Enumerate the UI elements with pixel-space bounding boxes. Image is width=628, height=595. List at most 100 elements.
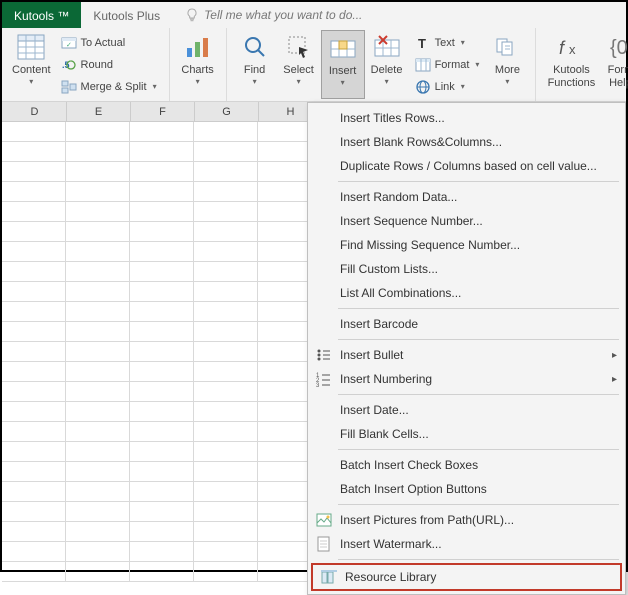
menu-batch-option-buttons[interactable]: Batch Insert Option Buttons bbox=[308, 477, 625, 501]
to-actual-button[interactable]: ✓ To Actual bbox=[57, 33, 161, 53]
grid-cell[interactable] bbox=[66, 142, 130, 161]
grid-cell[interactable] bbox=[66, 502, 130, 521]
tab-kutools-plus[interactable]: Kutools Plus bbox=[81, 2, 172, 28]
grid-cell[interactable] bbox=[194, 402, 258, 421]
menu-batch-check-boxes[interactable]: Batch Insert Check Boxes bbox=[308, 453, 625, 477]
grid-cell[interactable] bbox=[66, 222, 130, 241]
col-header[interactable]: D bbox=[3, 102, 67, 121]
menu-insert-barcode[interactable]: Insert Barcode bbox=[308, 312, 625, 336]
grid-cell[interactable] bbox=[194, 342, 258, 361]
grid-cell[interactable] bbox=[194, 222, 258, 241]
grid-cell[interactable] bbox=[130, 282, 194, 301]
content-button[interactable]: Content ▾ bbox=[8, 30, 55, 99]
round-button[interactable]: .5 Round bbox=[57, 55, 161, 75]
delete-button[interactable]: Delete ▾ bbox=[365, 30, 409, 99]
grid-cell[interactable] bbox=[66, 442, 130, 461]
grid-cell[interactable] bbox=[2, 482, 66, 501]
grid-cell[interactable] bbox=[130, 142, 194, 161]
grid-cell[interactable] bbox=[194, 182, 258, 201]
grid-cell[interactable] bbox=[194, 422, 258, 441]
grid-cell[interactable] bbox=[2, 422, 66, 441]
grid-cell[interactable] bbox=[66, 202, 130, 221]
grid-cell[interactable] bbox=[66, 342, 130, 361]
menu-insert-blank-rows-cols[interactable]: Insert Blank Rows&Columns... bbox=[308, 130, 625, 154]
grid-cell[interactable] bbox=[194, 262, 258, 281]
grid-cell[interactable] bbox=[66, 242, 130, 261]
format-button[interactable]: Format ▾ bbox=[411, 55, 484, 75]
grid-cell[interactable] bbox=[194, 242, 258, 261]
menu-insert-titles-rows[interactable]: Insert Titles Rows... bbox=[308, 106, 625, 130]
grid-cell[interactable] bbox=[2, 522, 66, 541]
grid-cell[interactable] bbox=[130, 182, 194, 201]
menu-fill-blank-cells[interactable]: Fill Blank Cells... bbox=[308, 422, 625, 446]
grid-cell[interactable] bbox=[130, 502, 194, 521]
grid-cell[interactable] bbox=[194, 282, 258, 301]
grid-cell[interactable] bbox=[2, 162, 66, 181]
grid-cell[interactable] bbox=[194, 502, 258, 521]
grid-cell[interactable] bbox=[130, 542, 194, 561]
grid-cell[interactable] bbox=[194, 362, 258, 381]
grid-cell[interactable] bbox=[130, 462, 194, 481]
grid-cell[interactable] bbox=[130, 442, 194, 461]
grid-cell[interactable] bbox=[66, 422, 130, 441]
grid-cell[interactable] bbox=[130, 402, 194, 421]
grid-cell[interactable] bbox=[2, 242, 66, 261]
charts-button[interactable]: Charts ▾ bbox=[176, 30, 220, 99]
select-button[interactable]: Select ▾ bbox=[277, 30, 321, 99]
menu-resource-library[interactable]: Resource Library bbox=[313, 565, 620, 589]
menu-random-data[interactable]: Insert Random Data... bbox=[308, 185, 625, 209]
grid-cell[interactable] bbox=[66, 302, 130, 321]
grid-cell[interactable] bbox=[130, 342, 194, 361]
grid-cell[interactable] bbox=[66, 402, 130, 421]
menu-insert-date[interactable]: Insert Date... bbox=[308, 398, 625, 422]
grid-cell[interactable] bbox=[2, 382, 66, 401]
grid-cell[interactable] bbox=[194, 142, 258, 161]
find-button[interactable]: Find ▾ bbox=[233, 30, 277, 99]
tell-me-search[interactable]: Tell me what you want to do... bbox=[172, 2, 362, 28]
menu-insert-watermark[interactable]: Insert Watermark... bbox=[308, 532, 625, 556]
grid-cell[interactable] bbox=[194, 542, 258, 561]
grid-cell[interactable] bbox=[2, 202, 66, 221]
grid-cell[interactable] bbox=[2, 222, 66, 241]
link-button[interactable]: Link ▾ bbox=[411, 77, 484, 97]
grid-cell[interactable] bbox=[66, 542, 130, 561]
grid-cell[interactable] bbox=[66, 122, 130, 141]
menu-list-combinations[interactable]: List All Combinations... bbox=[308, 281, 625, 305]
grid-cell[interactable] bbox=[130, 362, 194, 381]
grid-cell[interactable] bbox=[130, 382, 194, 401]
menu-insert-numbering[interactable]: 123 Insert Numbering ▸ bbox=[308, 367, 625, 391]
grid-cell[interactable] bbox=[194, 122, 258, 141]
grid-cell[interactable] bbox=[66, 182, 130, 201]
grid-cell[interactable] bbox=[194, 462, 258, 481]
grid-cell[interactable] bbox=[194, 482, 258, 501]
insert-button[interactable]: Insert ▾ bbox=[321, 30, 365, 99]
grid-cell[interactable] bbox=[2, 402, 66, 421]
menu-find-missing-seq[interactable]: Find Missing Sequence Number... bbox=[308, 233, 625, 257]
grid-cell[interactable] bbox=[66, 162, 130, 181]
grid-cell[interactable] bbox=[130, 202, 194, 221]
menu-insert-pictures-url[interactable]: Insert Pictures from Path(URL)... bbox=[308, 508, 625, 532]
grid-cell[interactable] bbox=[66, 462, 130, 481]
tab-kutools[interactable]: Kutools ™ bbox=[2, 2, 81, 28]
grid-cell[interactable] bbox=[66, 362, 130, 381]
grid-cell[interactable] bbox=[2, 542, 66, 561]
grid-cell[interactable] bbox=[2, 342, 66, 361]
grid-cell[interactable] bbox=[2, 462, 66, 481]
grid-cell[interactable] bbox=[194, 162, 258, 181]
grid-cell[interactable] bbox=[2, 282, 66, 301]
grid-cell[interactable] bbox=[130, 322, 194, 341]
grid-cell[interactable] bbox=[194, 522, 258, 541]
col-header[interactable]: G bbox=[195, 102, 259, 121]
kutools-functions-button[interactable]: fx Kutools Functions bbox=[542, 30, 600, 99]
grid-cell[interactable] bbox=[194, 382, 258, 401]
grid-cell[interactable] bbox=[194, 202, 258, 221]
grid-cell[interactable] bbox=[66, 282, 130, 301]
grid-cell[interactable] bbox=[130, 262, 194, 281]
menu-insert-bullet[interactable]: Insert Bullet ▸ bbox=[308, 343, 625, 367]
menu-fill-custom-lists[interactable]: Fill Custom Lists... bbox=[308, 257, 625, 281]
grid-cell[interactable] bbox=[66, 522, 130, 541]
grid-cell[interactable] bbox=[130, 122, 194, 141]
col-header[interactable]: E bbox=[67, 102, 131, 121]
grid-cell[interactable] bbox=[194, 302, 258, 321]
grid-cell[interactable] bbox=[130, 162, 194, 181]
